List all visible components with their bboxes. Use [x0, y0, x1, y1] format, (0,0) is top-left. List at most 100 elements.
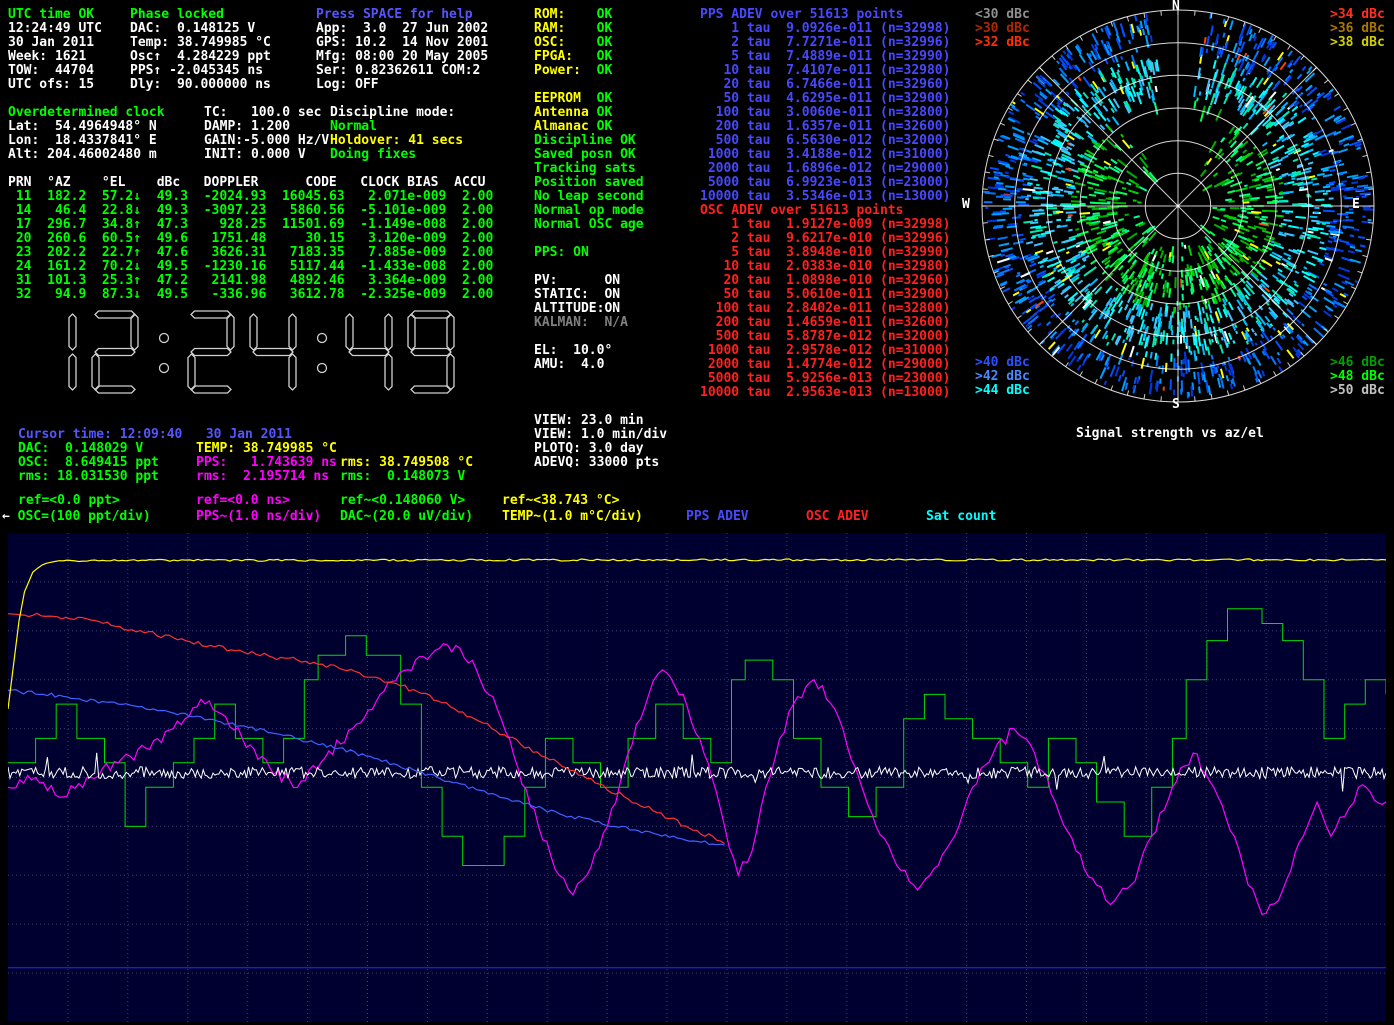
- text-line: Mfg: 08:00 20 May 2005: [316, 50, 488, 64]
- text-line: 12:24:49 UTC: [8, 22, 102, 36]
- loop-params-block: TC: 100.0 secDAMP: 1.200GAIN:-5.000 Hz/V…: [204, 106, 329, 162]
- text-line: 1000 tau 2.9578e-012 (n=31000): [700, 344, 950, 358]
- text-line: 5 tau 3.8948e-010 (n=32990): [700, 246, 950, 260]
- text-line: Discipline OK: [534, 134, 644, 148]
- cursor-values-col3: rms: 38.749508 °Crms: 0.148073 V: [340, 442, 473, 484]
- text-line: PPS: ON: [534, 246, 628, 260]
- text-line: DAC: 0.148125 V: [130, 22, 271, 36]
- text-line: Almanac OK: [534, 120, 644, 134]
- text-line: TC: 100.0 sec: [204, 106, 329, 120]
- osc-scale-label: ← OSC=(100 ppt/div): [2, 510, 151, 524]
- text-line: 23 202.2 22.7↑ 47.6 3626.31 7183.35 7.88…: [8, 246, 493, 260]
- text-line: DAC: 0.148029 V: [18, 442, 159, 456]
- text-line: 50 tau 4.6295e-011 (n=32900): [700, 92, 950, 106]
- text-line: 500 tau 5.8787e-012 (n=32000): [700, 330, 950, 344]
- text-line: 14 46.4 22.8↓ 49.3 -3097.23 5860.56 -5.1…: [8, 204, 493, 218]
- sat-count-plot-label: Sat count: [926, 510, 996, 524]
- text-line: PPS ADEV over 51613 points: [700, 8, 950, 22]
- text-line: 1 tau 9.0926e-011 (n=32998): [700, 22, 950, 36]
- text-line: Alt: 204.46002480 m: [8, 148, 165, 162]
- pps-adev-plot-label: PPS ADEV: [686, 510, 749, 524]
- text-line: FPGA: OK: [534, 50, 612, 64]
- text-line: 100 tau 2.8402e-011 (n=32800): [700, 302, 950, 316]
- text-line: 100 tau 3.0060e-011 (n=32800): [700, 106, 950, 120]
- text-line: PRN °AZ °EL dBc DOPPLER CODE CLOCK BIAS …: [8, 176, 493, 190]
- pps-scale-label: PPS~(1.0 ns/div): [196, 510, 321, 524]
- text-line: 500 tau 6.5630e-012 (n=32000): [700, 134, 950, 148]
- text-line: PPS↑ -2.045345 ns: [130, 64, 271, 78]
- text-line: TEMP~(1.0 m°C/div): [502, 510, 643, 524]
- text-line: 5 tau 7.4889e-011 (n=32990): [700, 50, 950, 64]
- digital-clock: [26, 306, 486, 398]
- cursor-values-col1: DAC: 0.148029 VOSC: 8.649415 pptrms: 18.…: [18, 442, 159, 484]
- text-line: Osc↑ 4.284229 ppt: [130, 50, 271, 64]
- text-line: Overdetermined clock: [8, 106, 165, 120]
- device-status-block: ROM: OKRAM: OKOSC: OKFPGA: OKPower: OK: [534, 8, 612, 78]
- main-plot[interactable]: [8, 533, 1386, 1022]
- clock-digits: [69, 311, 454, 393]
- text-line: Press SPACE for help: [316, 8, 488, 22]
- text-line: Phase locked: [130, 8, 271, 22]
- osc-adev-table: OSC ADEV over 51613 points 1 tau 1.9127e…: [700, 204, 950, 400]
- text-line: AMU: 4.0: [534, 358, 628, 372]
- text-line: App: 3.0 27 Jun 2002: [316, 22, 488, 36]
- text-line: ALTITUDE:ON: [534, 302, 628, 316]
- text-line: OSC ADEV: [806, 510, 869, 524]
- text-line: rms: 38.749508 °C: [340, 456, 473, 470]
- text-line: 24 161.2 70.2↓ 49.5 -1230.16 5117.44 -1.…: [8, 260, 493, 274]
- discipline-mode-block: Discipline mode:NormalHoldover: 41 secsD…: [330, 106, 463, 162]
- text-line: 200 tau 1.4659e-011 (n=32600): [700, 316, 950, 330]
- text-line: DAMP: 1.200: [204, 120, 329, 134]
- text-line: OSC ADEV over 51613 points: [700, 204, 950, 218]
- text-line: 2000 tau 1.4774e-012 (n=29000): [700, 358, 950, 372]
- text-line: ref~<0.148060 V>: [340, 494, 465, 508]
- text-line: PPS~(1.0 ns/div): [196, 510, 321, 524]
- text-line: PPS ADEV: [686, 510, 749, 524]
- utc-time-block: UTC time OK12:24:49 UTC30 Jan 2011Week: …: [8, 8, 102, 92]
- text-line: 50 tau 5.0610e-011 (n=32900): [700, 288, 950, 302]
- text-line: Saved posn OK: [534, 148, 644, 162]
- text-line: No leap second: [534, 190, 644, 204]
- satellite-signal-map: [966, 0, 1390, 420]
- text-line: [534, 260, 628, 274]
- text-line: 10 tau 2.0383e-010 (n=32980): [700, 260, 950, 274]
- text-line: Power: OK: [534, 64, 612, 78]
- position-block: Overdetermined clockLat: 54.4964948° NLo…: [8, 106, 165, 162]
- text-line: 200 tau 1.6357e-011 (n=32600): [700, 120, 950, 134]
- text-line: 10 tau 7.4107e-011 (n=32980): [700, 64, 950, 78]
- text-line: 1000 tau 3.4188e-012 (n=31000): [700, 148, 950, 162]
- text-line: 10000 tau 2.9563e-013 (n=13000): [700, 386, 950, 400]
- text-line: Holdover: 41 secs: [330, 134, 463, 148]
- text-line: PLOTQ: 3.0 day: [534, 442, 667, 456]
- text-line: OSC: 8.649415 ppt: [18, 456, 159, 470]
- osc-adev-plot-label: OSC ADEV: [806, 510, 869, 524]
- receiver-status-block: EEPROM OKAntenna OKAlmanac OKDiscipline …: [534, 92, 644, 232]
- text-line: OSC: OK: [534, 36, 612, 50]
- text-line: Dly: 90.000000 ns: [130, 78, 271, 92]
- text-line: Sat count: [926, 510, 996, 524]
- text-line: Lat: 54.4964948° N: [8, 120, 165, 134]
- text-line: TEMP: 38.749985 °C: [196, 442, 337, 456]
- text-line: 2 tau 9.6217e-010 (n=32996): [700, 232, 950, 246]
- text-line: ref=<0.0 ppt>: [18, 494, 120, 508]
- text-line: 2 tau 7.7271e-011 (n=32996): [700, 36, 950, 50]
- text-line: ROM: OK: [534, 8, 612, 22]
- temp-scale-label: TEMP~(1.0 m°C/div): [502, 510, 643, 524]
- text-line: Log: OFF: [316, 78, 488, 92]
- text-line: UTC ofs: 15: [8, 78, 102, 92]
- text-line: 5000 tau 6.9923e-013 (n=23000): [700, 176, 950, 190]
- text-line: UTC time OK: [8, 8, 102, 22]
- text-line: ADEVQ: 33000 pts: [534, 456, 667, 470]
- text-line: 10000 tau 3.5346e-013 (n=13000): [700, 190, 950, 204]
- satellite-table: PRN °AZ °EL dBc DOPPLER CODE CLOCK BIAS …: [8, 176, 493, 302]
- text-line: VIEW: 23.0 min: [534, 414, 667, 428]
- text-line: rms: 2.195714 ns: [196, 470, 337, 484]
- text-line: PV: ON: [534, 274, 628, 288]
- text-line: Ser: 0.82362611 COM:2: [316, 64, 488, 78]
- text-line: Cursor time: 12:09:40 30 Jan 2011: [18, 428, 292, 442]
- polar-plot-title: Signal strength vs az/el: [1076, 427, 1264, 441]
- text-line: 20 260.6 60.5↑ 49.6 1751.48 30.15 3.120e…: [8, 232, 493, 246]
- text-line: TOW: 44704: [8, 64, 102, 78]
- text-line: ← OSC=(100 ppt/div): [2, 510, 151, 524]
- text-line: Antenna OK: [534, 106, 644, 120]
